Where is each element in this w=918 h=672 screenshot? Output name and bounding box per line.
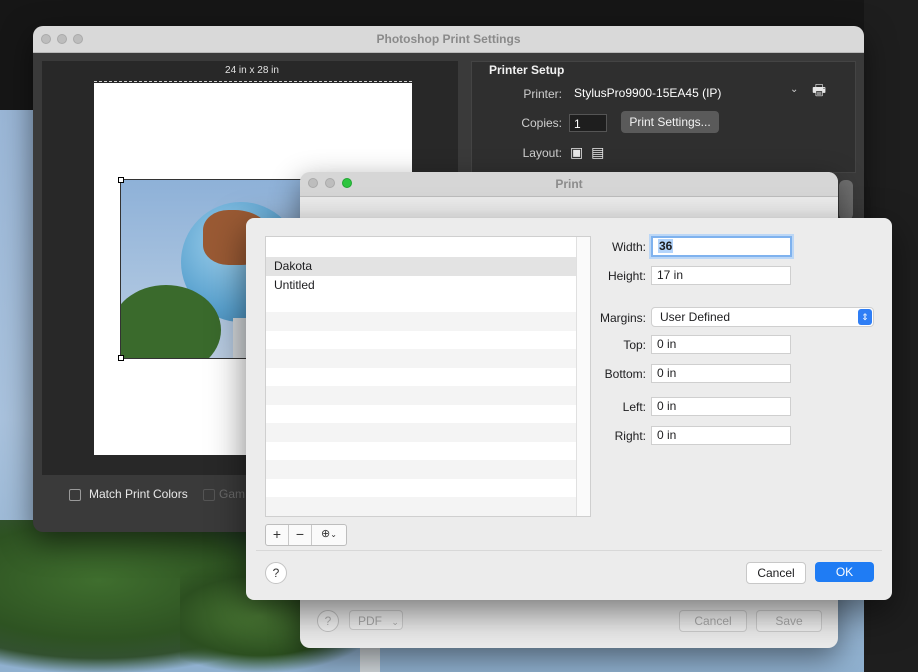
print-settings-button[interactable]: Print Settings... (621, 111, 719, 133)
list-stripe (266, 386, 576, 405)
select-arrows-icon[interactable]: ⇕ (858, 309, 872, 325)
divider (256, 550, 882, 551)
left-margin-field[interactable]: 0 in (651, 397, 791, 416)
list-stripe (266, 423, 576, 442)
scrollbar[interactable] (839, 180, 853, 220)
printer-setup-panel: Printer Setup Printer: StylusPro9900-15E… (471, 61, 856, 173)
resize-handle[interactable] (118, 177, 124, 183)
right-margin-label: Right: (614, 429, 646, 443)
copies-label: Copies: (521, 116, 562, 130)
chevron-down-icon: ⌄ (391, 617, 399, 627)
pdf-menu-button[interactable]: PDF ⌄ (349, 610, 403, 630)
top-margin-field[interactable]: 0 in (651, 335, 791, 354)
list-stripe (266, 460, 576, 479)
custom-paper-sizes-sheet: Dakota Untitled + − ⊕⌄ Width: 36 Height:… (246, 218, 892, 600)
chevron-down-icon[interactable]: ⌄ (790, 84, 798, 95)
bottom-margin-field[interactable]: 0 in (651, 364, 791, 383)
paper-sizes-list[interactable]: Dakota Untitled (265, 236, 591, 517)
gamut-warning-label: Gam (219, 487, 246, 501)
window-titlebar: Photoshop Print Settings (33, 26, 864, 53)
width-label: Width: (611, 240, 646, 254)
paper-edge-dashed-line (94, 81, 412, 82)
add-printer-icon[interactable]: 🖶 (812, 80, 832, 100)
action-menu-button[interactable]: ⊕⌄ (312, 525, 346, 545)
layout-label: Layout: (522, 146, 562, 160)
save-button[interactable]: Save (756, 610, 822, 632)
left-margin-label: Left: (622, 400, 646, 414)
pole-image (233, 318, 247, 358)
width-value: 36 (658, 239, 674, 253)
printer-select[interactable]: StylusPro9900-15EA45 (IP) (570, 83, 804, 103)
list-item[interactable]: Dakota (266, 257, 576, 276)
add-paper-size-button[interactable]: + (266, 525, 289, 545)
margins-select[interactable]: User Defined (651, 307, 874, 327)
right-margin-field[interactable]: 0 in (651, 426, 791, 445)
top-margin-label: Top: (623, 338, 646, 352)
list-stripe (266, 497, 576, 516)
print-dialog-titlebar: Print (300, 172, 838, 197)
help-button[interactable]: ? (317, 610, 339, 632)
printer-label: Printer: (523, 87, 562, 101)
match-print-colors-label: Match Print Colors (89, 487, 188, 501)
cancel-button[interactable]: Cancel (679, 610, 747, 632)
height-field[interactable]: 17 in (651, 266, 791, 285)
portrait-orientation-icon[interactable]: ▣ (570, 144, 583, 160)
bottom-margin-label: Bottom: (604, 367, 646, 381)
list-stripe (266, 349, 576, 368)
margins-label: Margins: (599, 311, 646, 325)
pdf-label: PDF (358, 614, 382, 628)
height-label: Height: (607, 269, 646, 283)
copies-field[interactable]: 1 (569, 114, 607, 132)
landscape-orientation-icon[interactable]: ▤ (591, 144, 604, 160)
list-stripe (266, 312, 576, 331)
ok-button[interactable]: OK (815, 562, 874, 582)
resize-handle[interactable] (118, 355, 124, 361)
gamut-warning-checkbox[interactable] (203, 489, 215, 501)
paper-size-label: 24 in x 28 in (225, 65, 279, 76)
list-item[interactable]: Untitled (266, 276, 576, 295)
more-options-icon: ⊕ (321, 528, 331, 540)
layout-orientation: ▣ ▤ (570, 144, 604, 161)
print-dialog-title: Print (555, 177, 583, 191)
width-field[interactable]: 36 (651, 236, 792, 257)
remove-paper-size-button[interactable]: − (289, 525, 312, 545)
list-buttons: + − ⊕⌄ (265, 524, 347, 546)
printer-setup-header: Printer Setup (489, 63, 565, 77)
cancel-button[interactable]: Cancel (746, 562, 806, 584)
match-print-colors-checkbox[interactable] (69, 489, 81, 501)
chevron-down-icon: ⌄ (330, 530, 337, 539)
help-button[interactable]: ? (265, 562, 287, 584)
window-title: Photoshop Print Settings (376, 32, 521, 46)
